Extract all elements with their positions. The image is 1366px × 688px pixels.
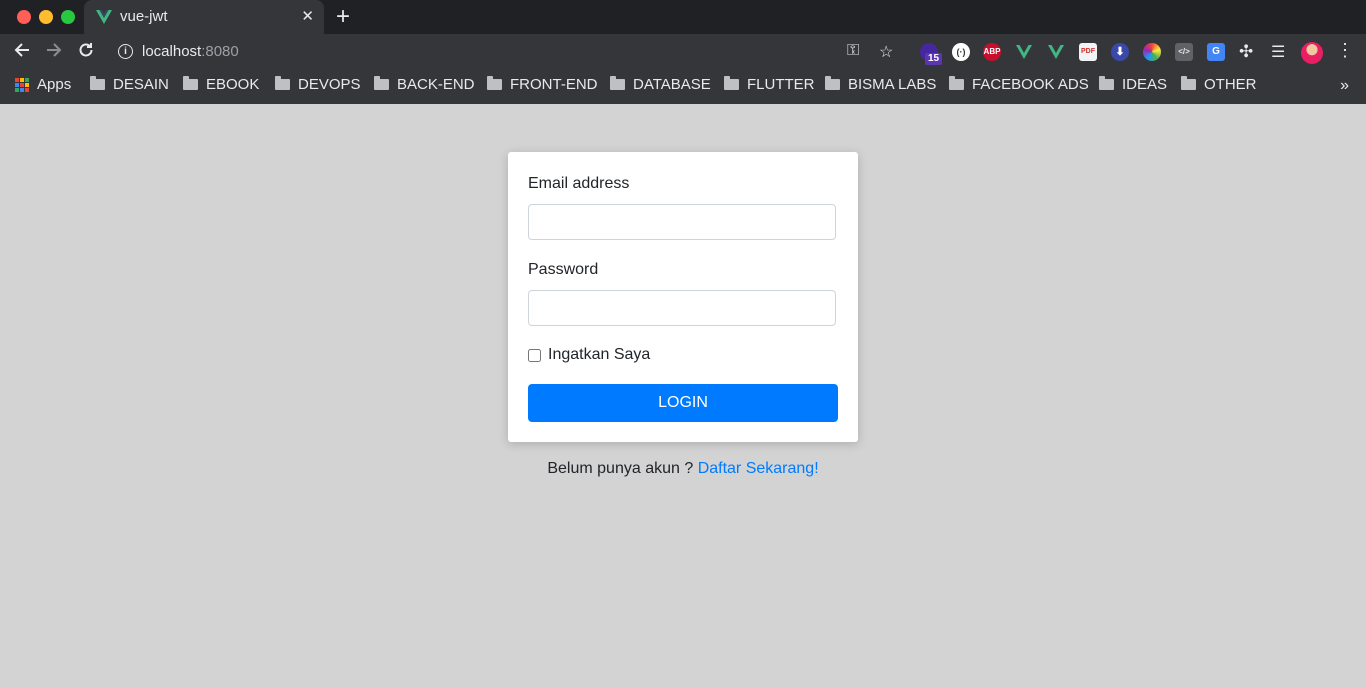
url-host: localhost xyxy=(142,43,202,60)
bookmark-apps[interactable]: Apps xyxy=(15,76,71,93)
bookmark-folder[interactable]: EBOOK xyxy=(183,76,259,93)
folder-icon xyxy=(724,76,739,90)
bookmark-label: OTHER xyxy=(1204,76,1257,93)
bookmark-label: Apps xyxy=(37,76,72,93)
arrow-left-icon xyxy=(14,43,29,57)
remember-me-checkbox[interactable] xyxy=(528,349,541,362)
tab-strip: vue-jwt ✕ + xyxy=(0,0,1366,34)
address-bar[interactable]: localhost:8080 xyxy=(142,43,239,60)
download-extension-icon[interactable]: ⬇ xyxy=(1111,43,1129,61)
bookmark-label: DESAIN xyxy=(113,76,169,93)
bookmark-label: FLUTTER xyxy=(747,76,815,93)
folder-icon xyxy=(949,76,964,90)
email-input[interactable] xyxy=(528,204,836,240)
bookmark-label: EBOOK xyxy=(206,76,260,93)
bookmark-folder[interactable]: FLUTTER xyxy=(724,76,815,93)
login-card: Email address Password Ingatkan Saya LOG… xyxy=(508,152,858,442)
maximize-window-button[interactable] xyxy=(61,10,75,24)
folder-icon xyxy=(487,76,502,90)
forward-button[interactable] xyxy=(43,41,65,63)
login-button[interactable]: LOGIN xyxy=(528,384,838,422)
color-picker-icon[interactable] xyxy=(1143,43,1161,61)
pdf-extension-icon[interactable]: PDF xyxy=(1079,43,1097,61)
folder-icon xyxy=(1099,76,1114,90)
vue-logo-icon xyxy=(96,10,112,24)
bookmark-label: BISMA LABS xyxy=(848,76,937,93)
site-info-icon[interactable]: i xyxy=(118,44,133,59)
password-label: Password xyxy=(528,261,599,278)
tab-title: vue-jwt xyxy=(120,8,168,25)
url-port: :8080 xyxy=(201,43,239,60)
close-window-button[interactable] xyxy=(17,10,31,24)
register-link[interactable]: Daftar Sekarang! xyxy=(698,460,819,477)
window-controls xyxy=(17,10,75,24)
extensions-puzzle-icon[interactable]: ✣ xyxy=(1239,42,1253,62)
tab-close-icon[interactable]: ✕ xyxy=(301,7,314,25)
password-input[interactable] xyxy=(528,290,836,326)
arrow-right-icon xyxy=(47,43,62,57)
bookmark-label: FRONT-END xyxy=(510,76,598,93)
remember-me-label[interactable]: Ingatkan Saya xyxy=(548,346,650,364)
bookmark-label: BACK-END xyxy=(397,76,475,93)
reload-button[interactable] xyxy=(75,41,97,63)
bookmark-folder[interactable]: BISMA LABS xyxy=(825,76,936,93)
browser-chrome: vue-jwt ✕ + i localhost:8080 ⚿ ☆ 15 (·) … xyxy=(0,0,1366,104)
browser-menu-icon[interactable]: ⋮ xyxy=(1336,40,1354,61)
bookmark-folder[interactable]: DESAIN xyxy=(90,76,169,93)
extension-toggle-icon[interactable]: (·) xyxy=(952,43,970,61)
vue-devtools-icon[interactable] xyxy=(1015,44,1033,60)
media-queue-icon[interactable]: ☰ xyxy=(1271,42,1285,62)
reload-icon xyxy=(79,43,93,57)
minimize-window-button[interactable] xyxy=(39,10,53,24)
profile-avatar[interactable] xyxy=(1301,42,1323,64)
bookmark-label: DEVOPS xyxy=(298,76,361,93)
bookmark-label: FACEBOOK ADS xyxy=(972,76,1089,93)
bookmark-folder[interactable]: DEVOPS xyxy=(275,76,361,93)
adblock-icon[interactable]: ABP xyxy=(983,43,1001,61)
extension-badge: 15 xyxy=(925,53,943,65)
bookmark-folder[interactable]: FACEBOOK ADS xyxy=(949,76,1089,93)
bookmark-folder[interactable]: OTHER xyxy=(1181,76,1257,93)
folder-icon xyxy=(183,76,198,90)
more-bookmarks-button[interactable]: » xyxy=(1340,77,1349,95)
folder-icon xyxy=(825,76,840,90)
back-button[interactable] xyxy=(11,41,33,63)
browser-tab[interactable]: vue-jwt ✕ xyxy=(84,0,324,34)
translate-icon[interactable]: G xyxy=(1207,43,1225,61)
bookmarks-bar: Apps DESAIN EBOOK DEVOPS BACK-END FRONT-… xyxy=(0,72,1366,102)
bookmark-label: IDEAS xyxy=(1122,76,1168,93)
email-label: Email address xyxy=(528,175,630,192)
folder-icon xyxy=(1181,76,1196,90)
bookmark-label: DATABASE xyxy=(633,76,711,93)
bookmark-folder[interactable]: BACK-END xyxy=(374,76,475,93)
folder-icon xyxy=(90,76,105,90)
register-prompt: Belum punya akun ? Daftar Sekarang! xyxy=(0,460,1366,478)
vue-devtools-alt-icon[interactable] xyxy=(1047,44,1065,60)
bookmark-star-icon[interactable]: ☆ xyxy=(879,42,893,62)
bookmark-folder[interactable]: IDEAS xyxy=(1099,76,1167,93)
folder-icon xyxy=(374,76,389,90)
key-icon[interactable]: ⚿ xyxy=(847,42,859,60)
code-extension-icon[interactable]: </> xyxy=(1175,43,1193,61)
bookmark-folder[interactable]: DATABASE xyxy=(610,76,711,93)
register-text: Belum punya akun ? xyxy=(547,460,694,477)
folder-icon xyxy=(275,76,290,90)
new-tab-button[interactable]: + xyxy=(336,3,350,31)
folder-icon xyxy=(610,76,625,90)
bookmark-folder[interactable]: FRONT-END xyxy=(487,76,598,93)
apps-grid-icon xyxy=(15,77,29,92)
